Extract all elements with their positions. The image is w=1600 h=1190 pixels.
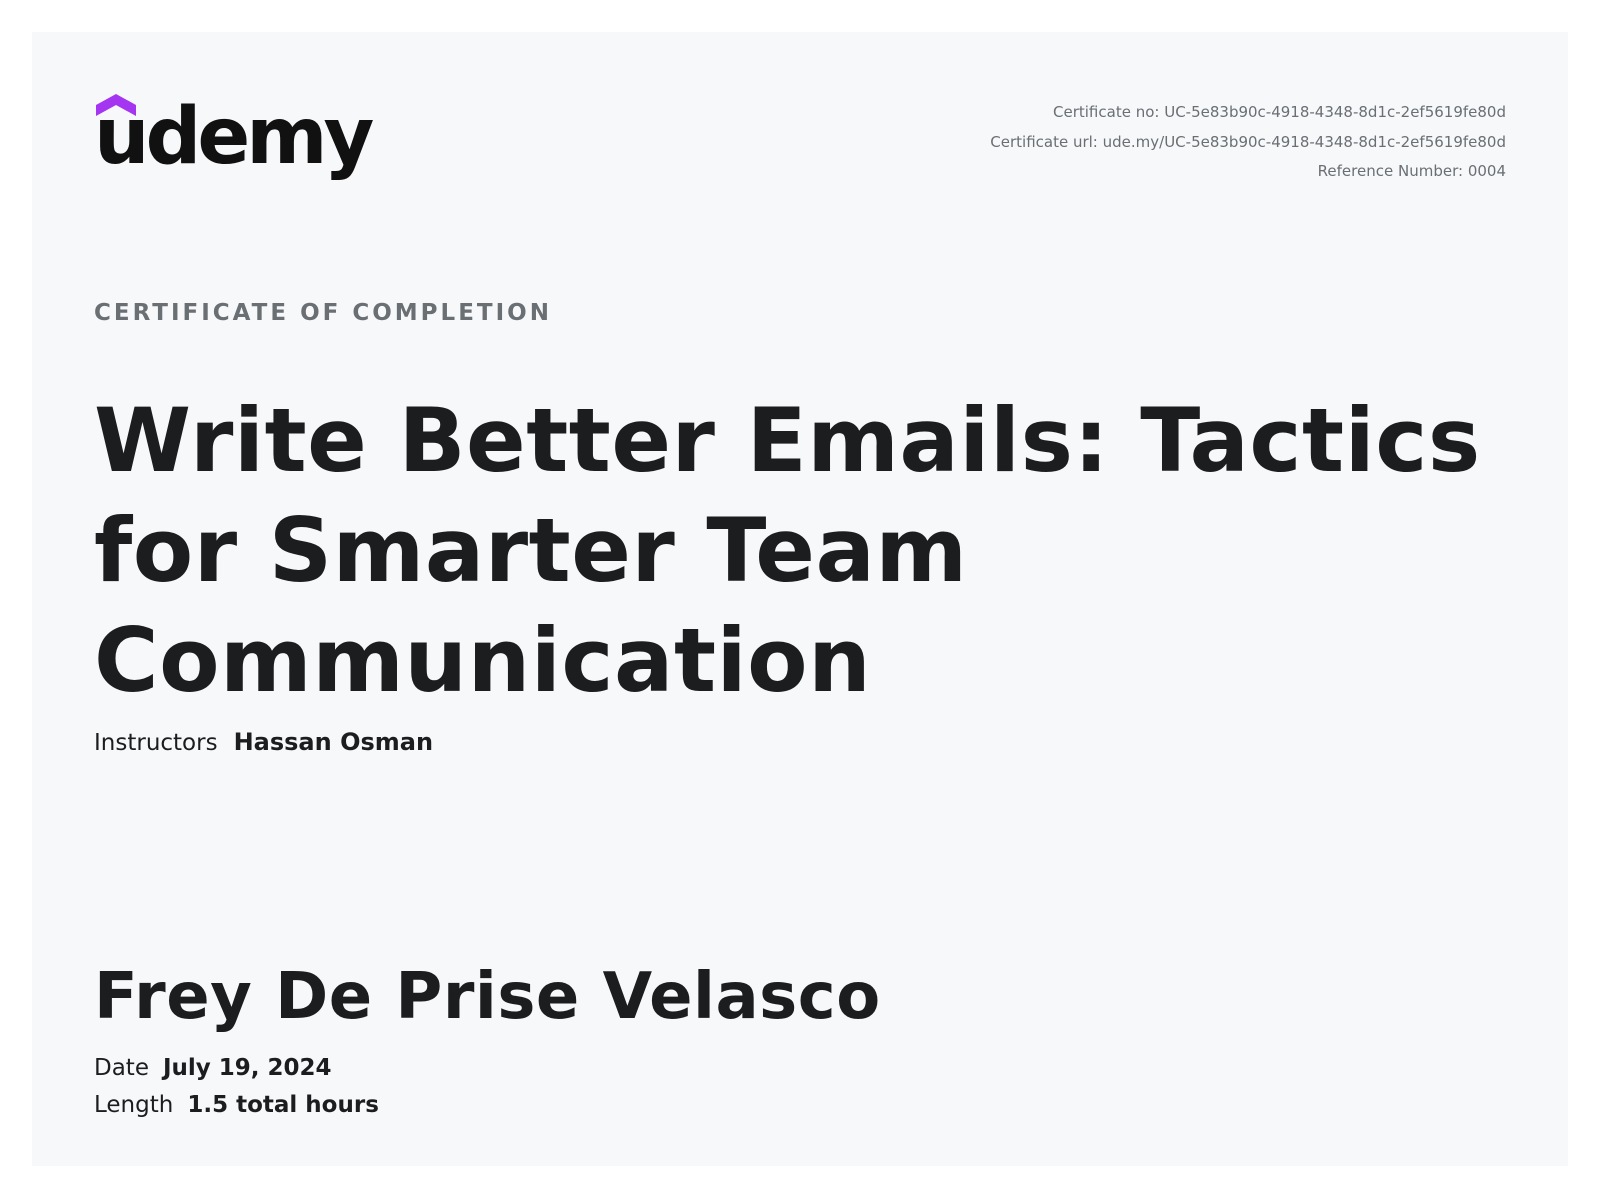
certificate-number-value: UC-5e83b90c-4918-4348-8d1c-2ef5619fe80d: [1164, 103, 1506, 121]
completion-details: Date July 19, 2024 Length 1.5 total hours: [94, 1050, 379, 1124]
recipient-name: Frey De Prise Velasco: [94, 960, 881, 1034]
reference-number-label: Reference Number:: [1317, 162, 1464, 180]
date-label: Date: [94, 1055, 149, 1081]
reference-number-row: Reference Number: 0004: [990, 157, 1506, 187]
length-value: 1.5 total hours: [187, 1092, 379, 1118]
course-title: Write Better Emails: Tactics for Smarter…: [94, 389, 1481, 712]
length-row: Length 1.5 total hours: [94, 1087, 379, 1124]
date-row: Date July 19, 2024: [94, 1050, 379, 1087]
reference-number-value: 0004: [1467, 162, 1506, 180]
instructors-label: Instructors: [94, 730, 218, 756]
certificate-url-value[interactable]: ude.my/UC-5e83b90c-4918-4348-8d1c-2ef561…: [1103, 133, 1506, 151]
instructors-row: Instructors Hassan Osman: [94, 728, 433, 756]
instructor-name: Hassan Osman: [233, 728, 434, 756]
certificate-number-row: Certificate no: UC-5e83b90c-4918-4348-8d…: [990, 98, 1506, 128]
certificate-url-label: Certificate url:: [990, 132, 1098, 151]
date-value: July 19, 2024: [162, 1055, 332, 1081]
certificate-url-row: Certificate url: ude.my/UC-5e83b90c-4918…: [990, 128, 1506, 158]
udemy-logo: udemy: [94, 94, 374, 194]
length-label: Length: [94, 1092, 174, 1118]
certificate-number-label: Certificate no:: [1053, 103, 1160, 121]
certificate-meta: Certificate no: UC-5e83b90c-4918-4348-8d…: [990, 98, 1506, 187]
logo-wordmark: udemy: [94, 92, 374, 182]
certificate-kicker: CERTIFICATE OF COMPLETION: [94, 300, 552, 326]
certificate: udemy Certificate no: UC-5e83b90c-4918-4…: [32, 32, 1568, 1166]
